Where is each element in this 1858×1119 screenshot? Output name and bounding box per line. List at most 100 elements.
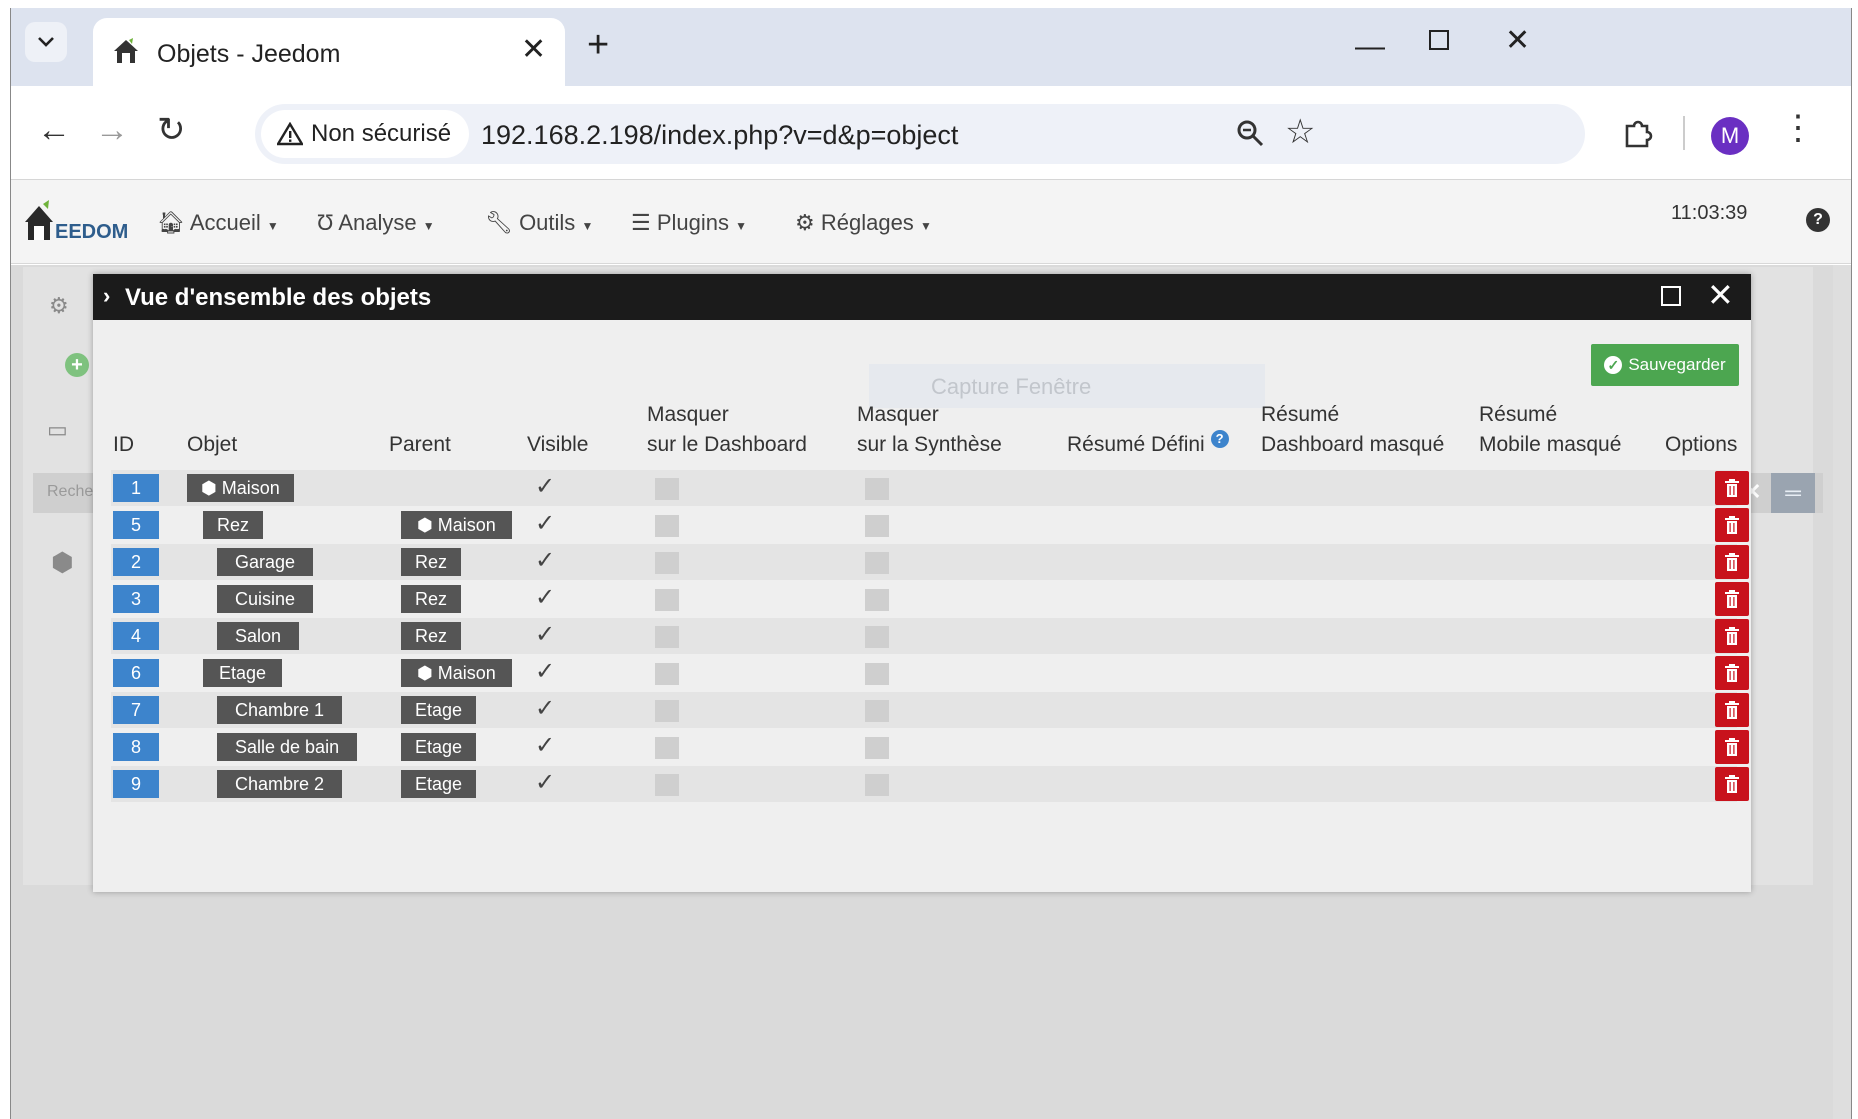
scrollbar[interactable]: [1833, 265, 1851, 1119]
filter-icon[interactable]: ═: [1771, 473, 1815, 513]
visible-check-icon[interactable]: ✓: [535, 694, 555, 723]
table-row: 9 Chambre 2 Etage ✓: [111, 766, 1749, 802]
header-options: Options: [1665, 433, 1738, 456]
window-close-icon[interactable]: ✕: [1505, 26, 1530, 56]
help-icon[interactable]: ?: [1210, 430, 1229, 448]
menu-accueil[interactable]: 🏠︎ Accueil ▼: [157, 210, 279, 236]
more-menu-icon[interactable]: ⋮: [1781, 108, 1815, 148]
visible-check-icon[interactable]: ✓: [535, 657, 555, 686]
id-badge: 3: [113, 585, 159, 613]
visible-check-icon[interactable]: ✓: [535, 583, 555, 612]
object-badge[interactable]: Etage: [203, 659, 283, 687]
delete-button[interactable]: [1715, 656, 1749, 690]
trash-icon: [1725, 516, 1739, 534]
tab-strip: Objets - Jeedom ✕ + — ✕: [11, 8, 1851, 86]
hide-dashboard-checkbox[interactable]: [655, 700, 679, 722]
add-icon[interactable]: +: [65, 353, 89, 377]
header-resume-dashboard: Résumé Dashboard masqué: [1261, 403, 1445, 456]
chevron-down-icon: [38, 37, 54, 47]
hide-dashboard-checkbox[interactable]: [655, 515, 679, 537]
save-button[interactable]: ✓ Sauvegarder: [1591, 344, 1739, 386]
visible-check-icon[interactable]: ✓: [535, 546, 555, 575]
parent-badge[interactable]: ⬢ Maison: [401, 659, 512, 687]
search-input[interactable]: Reche: [47, 483, 93, 501]
cube-icon: ⬢: [51, 547, 74, 577]
tab-search-button[interactable]: [25, 22, 67, 62]
hide-dashboard-checkbox[interactable]: [655, 589, 679, 611]
omnibox[interactable]: Non sécurisé 192.168.2.198/index.php?v=d…: [255, 104, 1585, 164]
hide-dashboard-checkbox[interactable]: [655, 663, 679, 685]
address-bar-row: ← → ↻ Non sécurisé 192.168.2.198/index.p…: [11, 86, 1851, 180]
delete-button[interactable]: [1715, 508, 1749, 542]
delete-button[interactable]: [1715, 767, 1749, 801]
delete-button[interactable]: [1715, 545, 1749, 579]
parent-badge[interactable]: Etage: [401, 696, 477, 724]
object-badge[interactable]: ⬢ Maison: [187, 474, 294, 502]
visible-check-icon[interactable]: ✓: [535, 731, 555, 760]
delete-button[interactable]: [1715, 693, 1749, 727]
reload-icon[interactable]: ↻: [157, 112, 186, 148]
hide-synthese-checkbox[interactable]: [865, 737, 889, 759]
maximize-icon[interactable]: [1429, 30, 1449, 50]
trash-icon: [1725, 553, 1739, 571]
delete-button[interactable]: [1715, 582, 1749, 616]
security-chip[interactable]: Non sécurisé: [261, 110, 470, 158]
parent-badge[interactable]: Etage: [401, 770, 477, 798]
hide-synthese-checkbox[interactable]: [865, 700, 889, 722]
object-badge[interactable]: Chambre 1: [217, 696, 343, 724]
object-badge[interactable]: Garage: [217, 548, 314, 576]
hide-synthese-checkbox[interactable]: [865, 663, 889, 685]
menu-outils[interactable]: 🔧︎ Outils ▼: [485, 210, 593, 236]
parent-badge[interactable]: Rez: [401, 622, 462, 650]
hide-dashboard-checkbox[interactable]: [655, 478, 679, 500]
id-badge: 4: [113, 622, 159, 650]
menu-plugins[interactable]: ☰ Plugins ▼: [631, 210, 747, 236]
hide-synthese-checkbox[interactable]: [865, 552, 889, 574]
menu-reglages[interactable]: ⚙ Réglages ▼: [795, 210, 932, 236]
id-badge: 9: [113, 770, 159, 798]
hide-synthese-checkbox[interactable]: [865, 626, 889, 648]
hide-synthese-checkbox[interactable]: [865, 774, 889, 796]
hide-dashboard-checkbox[interactable]: [655, 626, 679, 648]
delete-button[interactable]: [1715, 730, 1749, 764]
browser-tab[interactable]: Objets - Jeedom ✕: [93, 18, 565, 86]
hide-synthese-checkbox[interactable]: [865, 478, 889, 500]
visible-check-icon[interactable]: ✓: [535, 620, 555, 649]
visible-check-icon[interactable]: ✓: [535, 768, 555, 797]
url-text[interactable]: 192.168.2.198/index.php?v=d&p=object: [481, 120, 958, 151]
zoom-icon[interactable]: [1235, 118, 1265, 148]
hide-dashboard-checkbox[interactable]: [655, 552, 679, 574]
hide-synthese-checkbox[interactable]: [865, 589, 889, 611]
minimize-icon[interactable]: —: [1355, 32, 1385, 62]
maximize-icon[interactable]: [1661, 286, 1681, 306]
back-icon[interactable]: ←: [37, 112, 71, 148]
object-badge[interactable]: Salle de bain: [217, 733, 358, 761]
analyse-icon: Ʊ: [317, 210, 334, 235]
help-icon[interactable]: ?: [1806, 208, 1830, 232]
delete-button[interactable]: [1715, 619, 1749, 653]
close-icon[interactable]: ✕: [1707, 278, 1734, 312]
object-badge[interactable]: Salon: [217, 622, 300, 650]
hide-dashboard-checkbox[interactable]: [655, 737, 679, 759]
forward-icon[interactable]: →: [95, 112, 129, 148]
parent-badge[interactable]: Rez: [401, 548, 462, 576]
delete-button[interactable]: [1715, 471, 1749, 505]
object-badge[interactable]: Chambre 2: [217, 770, 343, 798]
tab-close-icon[interactable]: ✕: [521, 32, 546, 67]
bookmark-star-icon[interactable]: ☆: [1285, 112, 1315, 152]
new-tab-button[interactable]: +: [587, 26, 609, 64]
profile-avatar[interactable]: M: [1711, 117, 1749, 155]
trash-icon: [1725, 738, 1739, 756]
object-badge[interactable]: Cuisine: [217, 585, 314, 613]
extensions-icon[interactable]: [1621, 116, 1655, 150]
menu-analyse[interactable]: Ʊ Analyse ▼: [317, 210, 435, 236]
hide-dashboard-checkbox[interactable]: [655, 774, 679, 796]
parent-badge[interactable]: Rez: [401, 585, 462, 613]
hide-synthese-checkbox[interactable]: [865, 515, 889, 537]
object-badge[interactable]: Rez: [203, 511, 264, 539]
parent-badge[interactable]: Etage: [401, 733, 477, 761]
visible-check-icon[interactable]: ✓: [535, 472, 555, 501]
jeedom-logo[interactable]: EEDOM: [21, 194, 141, 250]
parent-badge[interactable]: ⬢ Maison: [401, 511, 512, 539]
visible-check-icon[interactable]: ✓: [535, 509, 555, 538]
